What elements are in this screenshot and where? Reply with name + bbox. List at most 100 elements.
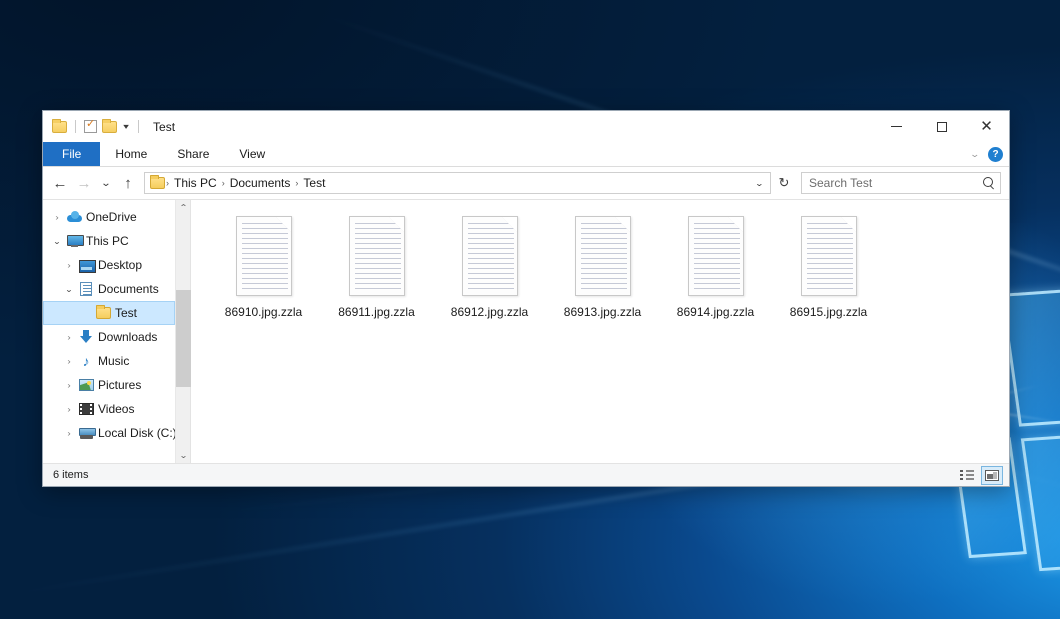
chevron-right-icon[interactable]: › (47, 213, 67, 222)
file-page-fold (728, 217, 743, 232)
cloud-icon-glyph (67, 212, 82, 222)
chevron-down-icon[interactable]: ▾ (120, 123, 131, 131)
file-page-fold (276, 217, 291, 232)
sidebar-item-label: Desktop (98, 258, 142, 272)
generic-file-icon (684, 216, 748, 298)
file-page-fold (615, 217, 630, 232)
quick-access-toolbar: ▾ Test (43, 120, 175, 134)
file-explorer-window: ▾ Test ✕ File Home Share View ⌄ ? ← → (42, 110, 1010, 487)
breadcrumb[interactable]: › This PC › Documents › Test ⌄ (144, 172, 771, 194)
logo-pane (1021, 431, 1060, 571)
chevron-right-icon[interactable]: › (59, 429, 79, 438)
sidebar-item-label: Pictures (98, 378, 141, 392)
tab-share[interactable]: Share (162, 142, 224, 166)
sidebar-item-onedrive[interactable]: ›OneDrive (43, 205, 175, 229)
file-item[interactable]: 86911.jpg.zzla (320, 212, 433, 340)
file-item[interactable]: 86915.jpg.zzla (772, 212, 885, 340)
scrollbar-track[interactable] (176, 215, 191, 448)
file-page-lines (581, 223, 627, 291)
sidebar-item-local-disk-c[interactable]: ›Local Disk (C:) (43, 421, 175, 445)
new-folder-icon[interactable] (102, 121, 117, 133)
file-page (688, 216, 744, 296)
disk-icon-glyph (79, 427, 94, 439)
file-page-fold (502, 217, 517, 232)
details-view-button[interactable] (956, 466, 978, 485)
chevron-down-icon[interactable]: ⌄ (970, 149, 981, 160)
chevron-down-icon[interactable]: ⌄ (59, 285, 79, 294)
search-input[interactable] (809, 176, 983, 190)
file-page (801, 216, 857, 296)
desktop-background: ▾ Test ✕ File Home Share View ⌄ ? ← → (0, 0, 1060, 619)
item-count-label: 6 items (53, 469, 88, 481)
desktop-icon-glyph (79, 260, 94, 271)
sidebar-item-pictures[interactable]: › Pictures (43, 373, 175, 397)
close-button[interactable]: ✕ (964, 111, 1009, 142)
chevron-right-icon[interactable]: › (59, 357, 79, 366)
pictures-icon (77, 379, 95, 391)
recent-locations-button[interactable]: ⌄ (94, 172, 117, 194)
sidebar-item-desktop[interactable]: › Desktop (43, 253, 175, 277)
music-icon: ♪ (77, 354, 95, 368)
file-item[interactable]: 86912.jpg.zzla (433, 212, 546, 340)
chevron-right-icon[interactable]: › (59, 381, 79, 390)
pictures-icon-glyph (79, 379, 94, 391)
sidebar-item-downloads[interactable]: › Downloads (43, 325, 175, 349)
back-button[interactable]: ← (49, 172, 71, 194)
large-icons-view-icon (985, 470, 999, 481)
up-button[interactable]: ↑ (117, 172, 139, 194)
navigation-scrollbar[interactable]: ⌃ ⌄ (175, 200, 190, 463)
chevron-down-icon[interactable]: ⌄ (47, 237, 67, 246)
chevron-right-icon[interactable]: › (59, 405, 79, 414)
scrollbar-thumb[interactable] (176, 290, 191, 388)
sidebar-item-documents[interactable]: ⌄ Documents (43, 277, 175, 301)
sidebar-item-label: Downloads (98, 330, 157, 344)
search-icon[interactable] (983, 177, 996, 190)
breadcrumb-item-this-pc[interactable]: This PC (170, 176, 221, 190)
refresh-button[interactable]: ↻ (773, 172, 795, 194)
pc-icon-glyph (67, 235, 82, 247)
toolbar-divider (75, 120, 76, 133)
properties-icon[interactable] (84, 120, 97, 133)
address-bar: ← → ⌄ ↑ › This PC › Documents › Test ⌄ ↻ (43, 167, 1009, 199)
breadcrumb-item-documents[interactable]: Documents (226, 176, 295, 190)
breadcrumb-item-test[interactable]: Test (299, 176, 329, 190)
sidebar-item-music[interactable]: ›♪Music (43, 349, 175, 373)
file-item[interactable]: 86910.jpg.zzla (207, 212, 320, 340)
file-page-lines (468, 223, 514, 291)
file-page (236, 216, 292, 296)
window-title: Test (153, 120, 175, 134)
disk-icon (77, 427, 95, 439)
file-name-label: 86913.jpg.zzla (564, 305, 641, 319)
scroll-up-button[interactable]: ⌃ (173, 200, 193, 215)
tab-file[interactable]: File (43, 142, 100, 166)
minimize-button[interactable] (874, 111, 919, 142)
file-item[interactable]: 86913.jpg.zzla (546, 212, 659, 340)
file-item[interactable]: 86914.jpg.zzla (659, 212, 772, 340)
help-icon[interactable]: ? (988, 147, 1003, 162)
chevron-right-icon[interactable]: › (59, 261, 79, 270)
videos-icon (77, 403, 95, 415)
large-icons-view-button[interactable] (981, 466, 1003, 485)
sidebar-item-test[interactable]: Test (43, 301, 175, 325)
downloads-icon (77, 330, 95, 344)
chevron-down-icon[interactable]: ⌄ (748, 179, 771, 188)
sidebar-item-label: Documents (98, 282, 159, 296)
folder-tree: ›OneDrive⌄This PC›Desktop⌄DocumentsTest›… (43, 200, 175, 463)
chevron-right-icon[interactable]: › (59, 333, 79, 342)
sidebar-item-this-pc[interactable]: ⌄This PC (43, 229, 175, 253)
folder-icon[interactable] (52, 121, 67, 133)
sidebar-item-videos[interactable]: ›Videos (43, 397, 175, 421)
title-bar: ▾ Test ✕ (43, 111, 1009, 142)
search-box[interactable] (801, 172, 1001, 194)
file-list[interactable]: 86910.jpg.zzla86911.jpg.zzla86912.jpg.zz… (191, 200, 1009, 463)
explorer-body: ›OneDrive⌄This PC›Desktop⌄DocumentsTest›… (43, 199, 1009, 463)
toolbar-divider (138, 120, 139, 133)
forward-button[interactable]: → (73, 172, 95, 194)
tab-home[interactable]: Home (100, 142, 162, 166)
tab-view[interactable]: View (224, 142, 280, 166)
close-icon: ✕ (980, 119, 993, 134)
maximize-button[interactable] (919, 111, 964, 142)
maximize-icon (937, 122, 947, 132)
scroll-down-button[interactable]: ⌄ (173, 448, 193, 463)
generic-file-icon (797, 216, 861, 298)
